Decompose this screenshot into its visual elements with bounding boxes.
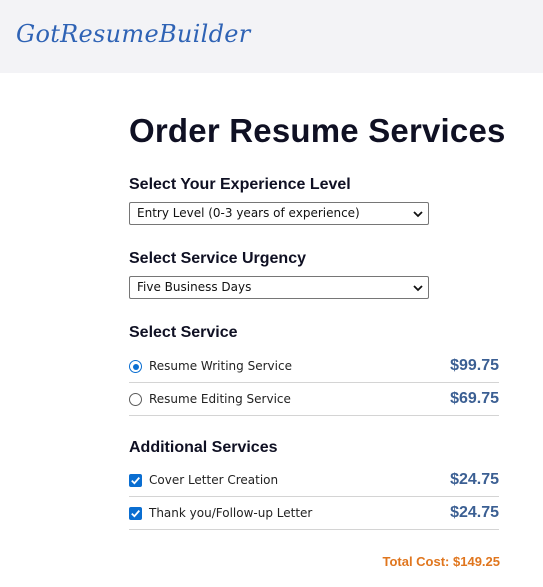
resume-editing-price: $69.75 [450, 390, 499, 407]
experience-level-value: Entry Level (0-3 years of experience) [137, 206, 360, 220]
resume-writing-price: $99.75 [450, 357, 499, 374]
thank-you-letter-label[interactable]: Thank you/Follow-up Letter [149, 506, 312, 520]
service-urgency-value: Five Business Days [137, 280, 252, 294]
service-option-resume-editing[interactable]: Resume Editing Service $69.75 [129, 383, 499, 416]
page-title: Order Resume Services [129, 112, 506, 149]
resume-editing-radio[interactable] [129, 393, 142, 406]
service-option-resume-writing[interactable]: Resume Writing Service $99.75 [129, 350, 499, 383]
resume-writing-label[interactable]: Resume Writing Service [149, 359, 292, 373]
cover-letter-price: $24.75 [450, 471, 499, 488]
site-header: GotResumeBuilder [0, 0, 543, 73]
chevron-down-icon [413, 285, 423, 292]
select-service-label: Select Service [129, 324, 238, 341]
thank-you-letter-checkbox[interactable] [129, 507, 142, 520]
total-cost: Total Cost: $149.25 [382, 554, 500, 569]
cover-letter-checkbox[interactable] [129, 474, 142, 487]
service-urgency-label: Select Service Urgency [129, 250, 306, 267]
experience-level-select[interactable]: Entry Level (0-3 years of experience) [129, 202, 429, 225]
resume-editing-label[interactable]: Resume Editing Service [149, 392, 291, 406]
checkmark-icon [131, 510, 140, 518]
service-urgency-select[interactable]: Five Business Days [129, 276, 429, 299]
site-logo[interactable]: GotResumeBuilder [16, 20, 251, 48]
additional-option-cover-letter[interactable]: Cover Letter Creation $24.75 [129, 464, 499, 497]
cover-letter-label[interactable]: Cover Letter Creation [149, 473, 278, 487]
additional-option-thank-you-letter[interactable]: Thank you/Follow-up Letter $24.75 [129, 497, 499, 530]
experience-level-label: Select Your Experience Level [129, 176, 351, 193]
chevron-down-icon [413, 211, 423, 218]
checkmark-icon [131, 477, 140, 485]
additional-services-label: Additional Services [129, 439, 278, 456]
resume-writing-radio[interactable] [129, 360, 142, 373]
radio-selected-dot [132, 363, 139, 370]
thank-you-letter-price: $24.75 [450, 504, 499, 521]
